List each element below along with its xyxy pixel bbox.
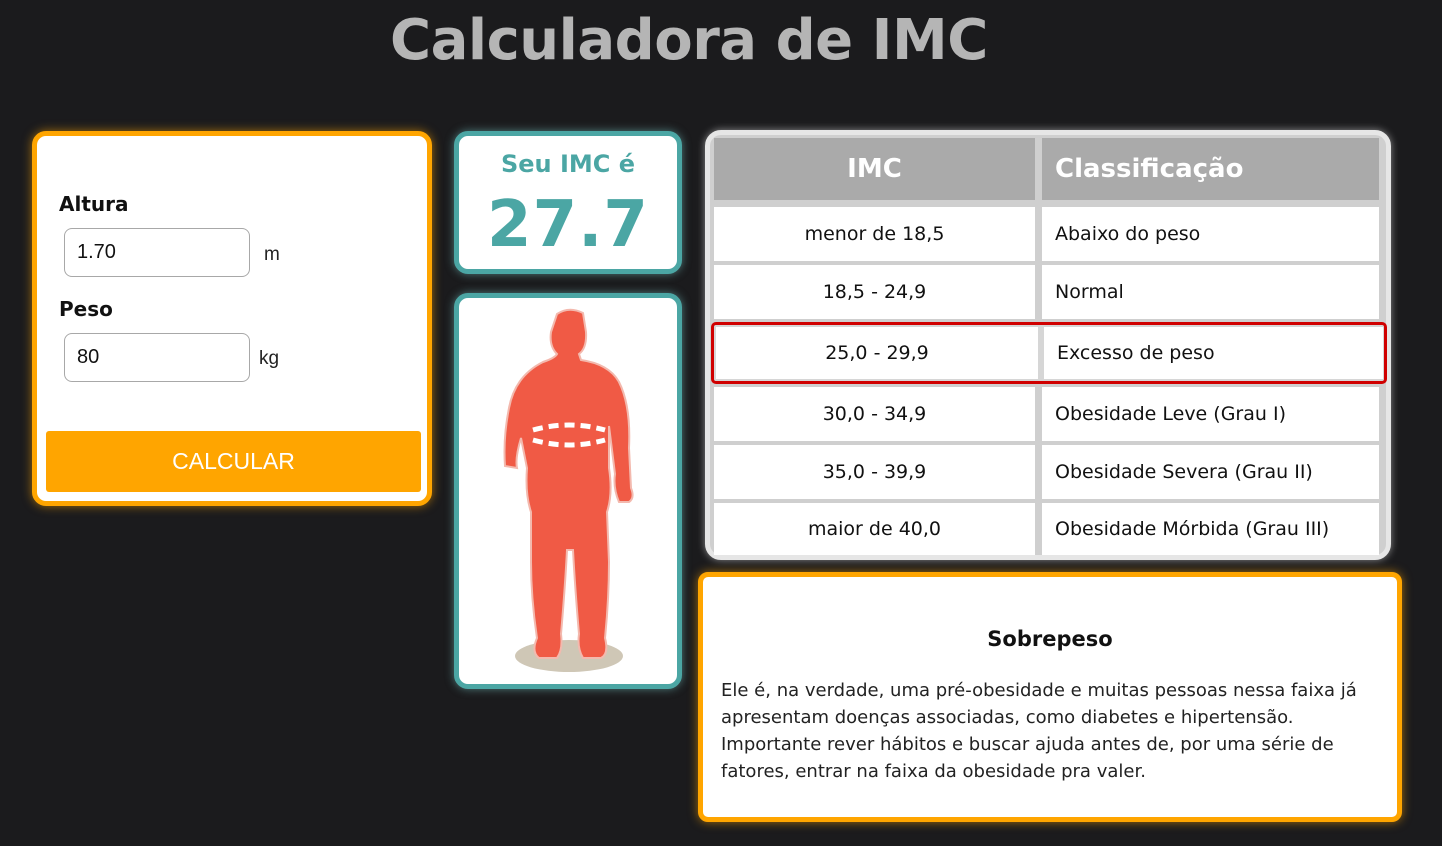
- classification-description-card: Sobrepeso Ele é, na verdade, uma pré-obe…: [698, 572, 1402, 822]
- overweight-body-icon: [503, 308, 634, 672]
- height-unit: m: [264, 244, 280, 265]
- bmi-classification-table: IMC Classificação menor de 18,5 Abaixo d…: [705, 130, 1391, 560]
- page-title: Calculadora de IMC: [390, 8, 988, 73]
- table-cell-classification: Obesidade Leve (Grau I): [1042, 387, 1379, 441]
- description-text: Ele é, na verdade, uma pré-obesidade e m…: [721, 680, 1357, 782]
- table-cell-imc: 25,0 - 29,9: [716, 327, 1038, 379]
- table-cell-imc: 35,0 - 39,9: [714, 445, 1035, 499]
- height-input[interactable]: [64, 228, 250, 277]
- weight-input[interactable]: [64, 333, 250, 382]
- table-header-classification: Classificação: [1042, 138, 1379, 200]
- bmi-form-card: Altura m Peso kg CALCULAR: [32, 131, 432, 506]
- table-cell-classification: Obesidade Severa (Grau II): [1042, 445, 1379, 499]
- highlighted-table-row: 25,0 - 29,9 Excesso de peso: [711, 322, 1387, 384]
- height-label: Altura: [59, 192, 129, 216]
- result-value: 27.7: [487, 188, 649, 262]
- result-label: Seu IMC é: [500, 150, 636, 178]
- description-title: Sobrepeso: [987, 627, 1113, 651]
- body-figure-card: [454, 293, 682, 689]
- table-cell-classification: Obesidade Mórbida (Grau III): [1042, 503, 1379, 555]
- table-header-imc: IMC: [714, 138, 1035, 200]
- weight-label: Peso: [59, 297, 113, 321]
- table-cell-classification: Normal: [1042, 265, 1379, 319]
- table-cell-classification: Excesso de peso: [1044, 327, 1383, 379]
- table-cell-imc: 30,0 - 34,9: [714, 387, 1035, 441]
- table-cell-imc: 18,5 - 24,9: [714, 265, 1035, 319]
- table-cell-imc: maior de 40,0: [714, 503, 1035, 555]
- weight-unit: kg: [259, 348, 280, 369]
- table-cell-imc: menor de 18,5: [714, 207, 1035, 261]
- table-cell-classification: Abaixo do peso: [1042, 207, 1379, 261]
- calculate-button[interactable]: CALCULAR: [46, 431, 421, 492]
- bmi-result-card: Seu IMC é 27.7: [454, 131, 682, 274]
